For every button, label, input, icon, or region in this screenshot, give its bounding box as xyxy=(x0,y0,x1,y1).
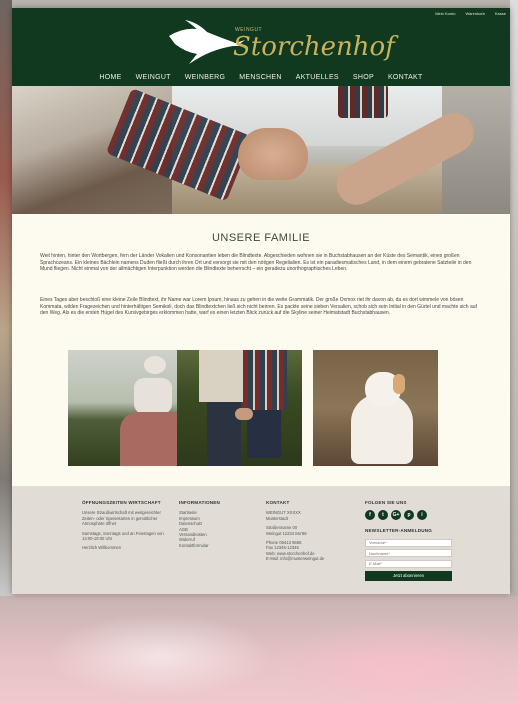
nav-weingut[interactable]: WEINGUT xyxy=(136,74,171,81)
google-plus-icon[interactable]: G+ xyxy=(391,510,401,521)
nav-home[interactable]: HOME xyxy=(99,74,121,81)
firstname-field[interactable] xyxy=(365,538,452,547)
opening-hours-text: Unsere Straußwirtschaft mit weitgereicht… xyxy=(82,510,161,527)
logo-title: Storchenhof xyxy=(233,32,395,62)
nav-kontakt[interactable]: KONTAKT xyxy=(388,74,423,81)
information-heading: INFORMATIONEN xyxy=(179,500,221,505)
main-nav: HOME WEINGUT WEINBERG MENSCHEN AKTUELLES… xyxy=(12,74,510,81)
subscribe-button[interactable]: Jetzt abonnieren xyxy=(365,570,452,581)
checkout-link[interactable]: Kasse xyxy=(495,11,506,16)
background-left xyxy=(0,0,12,600)
social-icons: f t G+ p i xyxy=(365,510,455,521)
newsletter-heading: NEWSLETTER-ANMELDUNG xyxy=(365,528,433,534)
cart-link[interactable]: Warenkorb xyxy=(465,11,484,16)
address-line: Weingut 12234 Mo'88 xyxy=(266,530,307,536)
lastname-field[interactable] xyxy=(365,549,452,558)
footer-information: INFORMATIONEN Startseite Impressum Daten… xyxy=(179,500,249,548)
site-footer: ÖFFNUNGSZEITEN WIRTSCHAFT Unsere Straußw… xyxy=(12,486,510,594)
nav-weinberg[interactable]: WEINBERG xyxy=(185,74,226,81)
footer-opening-hours: ÖFFNUNGSZEITEN WIRTSCHAFT Unsere Straußw… xyxy=(82,500,174,555)
footer-link-kontaktformular[interactable]: Kontaktformular xyxy=(179,543,249,548)
welcome-text: Herzlich Willkommen xyxy=(82,545,122,551)
facebook-icon[interactable]: f xyxy=(365,510,375,521)
intro-paragraph-1: Weit hinten, hinter den Wortbergen, fern… xyxy=(40,253,472,273)
page-title: UNSERE FAMILIE xyxy=(211,232,311,244)
nav-shop[interactable]: SHOP xyxy=(353,74,374,81)
site-header: Mein Konto Warenkorb Kasse WEINGUT Storc… xyxy=(12,8,510,86)
family-photo-dog xyxy=(313,350,438,466)
top-links: Mein Konto Warenkorb Kasse xyxy=(435,11,506,16)
pinterest-icon[interactable]: p xyxy=(404,510,414,521)
family-photo-couple xyxy=(177,350,302,466)
nav-aktuelles[interactable]: AKTUELLES xyxy=(296,74,339,81)
email-line[interactable]: E-Mail: info@musterweingut.de xyxy=(266,556,346,561)
footer-social-newsletter: FOLGEN SIE UNS f t G+ p i NEWSLETTER-ANM… xyxy=(365,500,455,581)
intro-paragraph-2: Eines Tages aber beschloß eine kleine Ze… xyxy=(40,297,477,317)
twitter-icon[interactable]: t xyxy=(378,510,388,521)
background-blur xyxy=(0,596,518,704)
opening-hours-times: Samstags, Sonntags und an Feiertagen von… xyxy=(82,530,164,542)
opening-hours-heading: ÖFFNUNGSZEITEN WIRTSCHAFT xyxy=(82,500,161,505)
website-page: Mein Konto Warenkorb Kasse WEINGUT Storc… xyxy=(12,8,510,594)
follow-heading: FOLGEN SIE UNS xyxy=(365,500,407,505)
logo[interactable]: WEINGUT Storchenhof xyxy=(167,18,395,70)
account-link[interactable]: Mein Konto xyxy=(435,11,455,16)
holding-hands xyxy=(238,128,308,180)
address-line: Musterstadt xyxy=(266,515,288,521)
contact-heading: KONTAKT xyxy=(266,500,290,505)
footer-contact: KONTAKT WEINGUT XXXXX Musterstadt Straße… xyxy=(266,500,346,566)
hero-image xyxy=(12,86,510,214)
background-right xyxy=(510,0,518,600)
family-photo-child xyxy=(68,350,194,466)
nav-menschen[interactable]: MENSCHEN xyxy=(239,74,281,81)
instagram-icon[interactable]: i xyxy=(417,510,427,521)
email-field[interactable] xyxy=(365,559,452,568)
